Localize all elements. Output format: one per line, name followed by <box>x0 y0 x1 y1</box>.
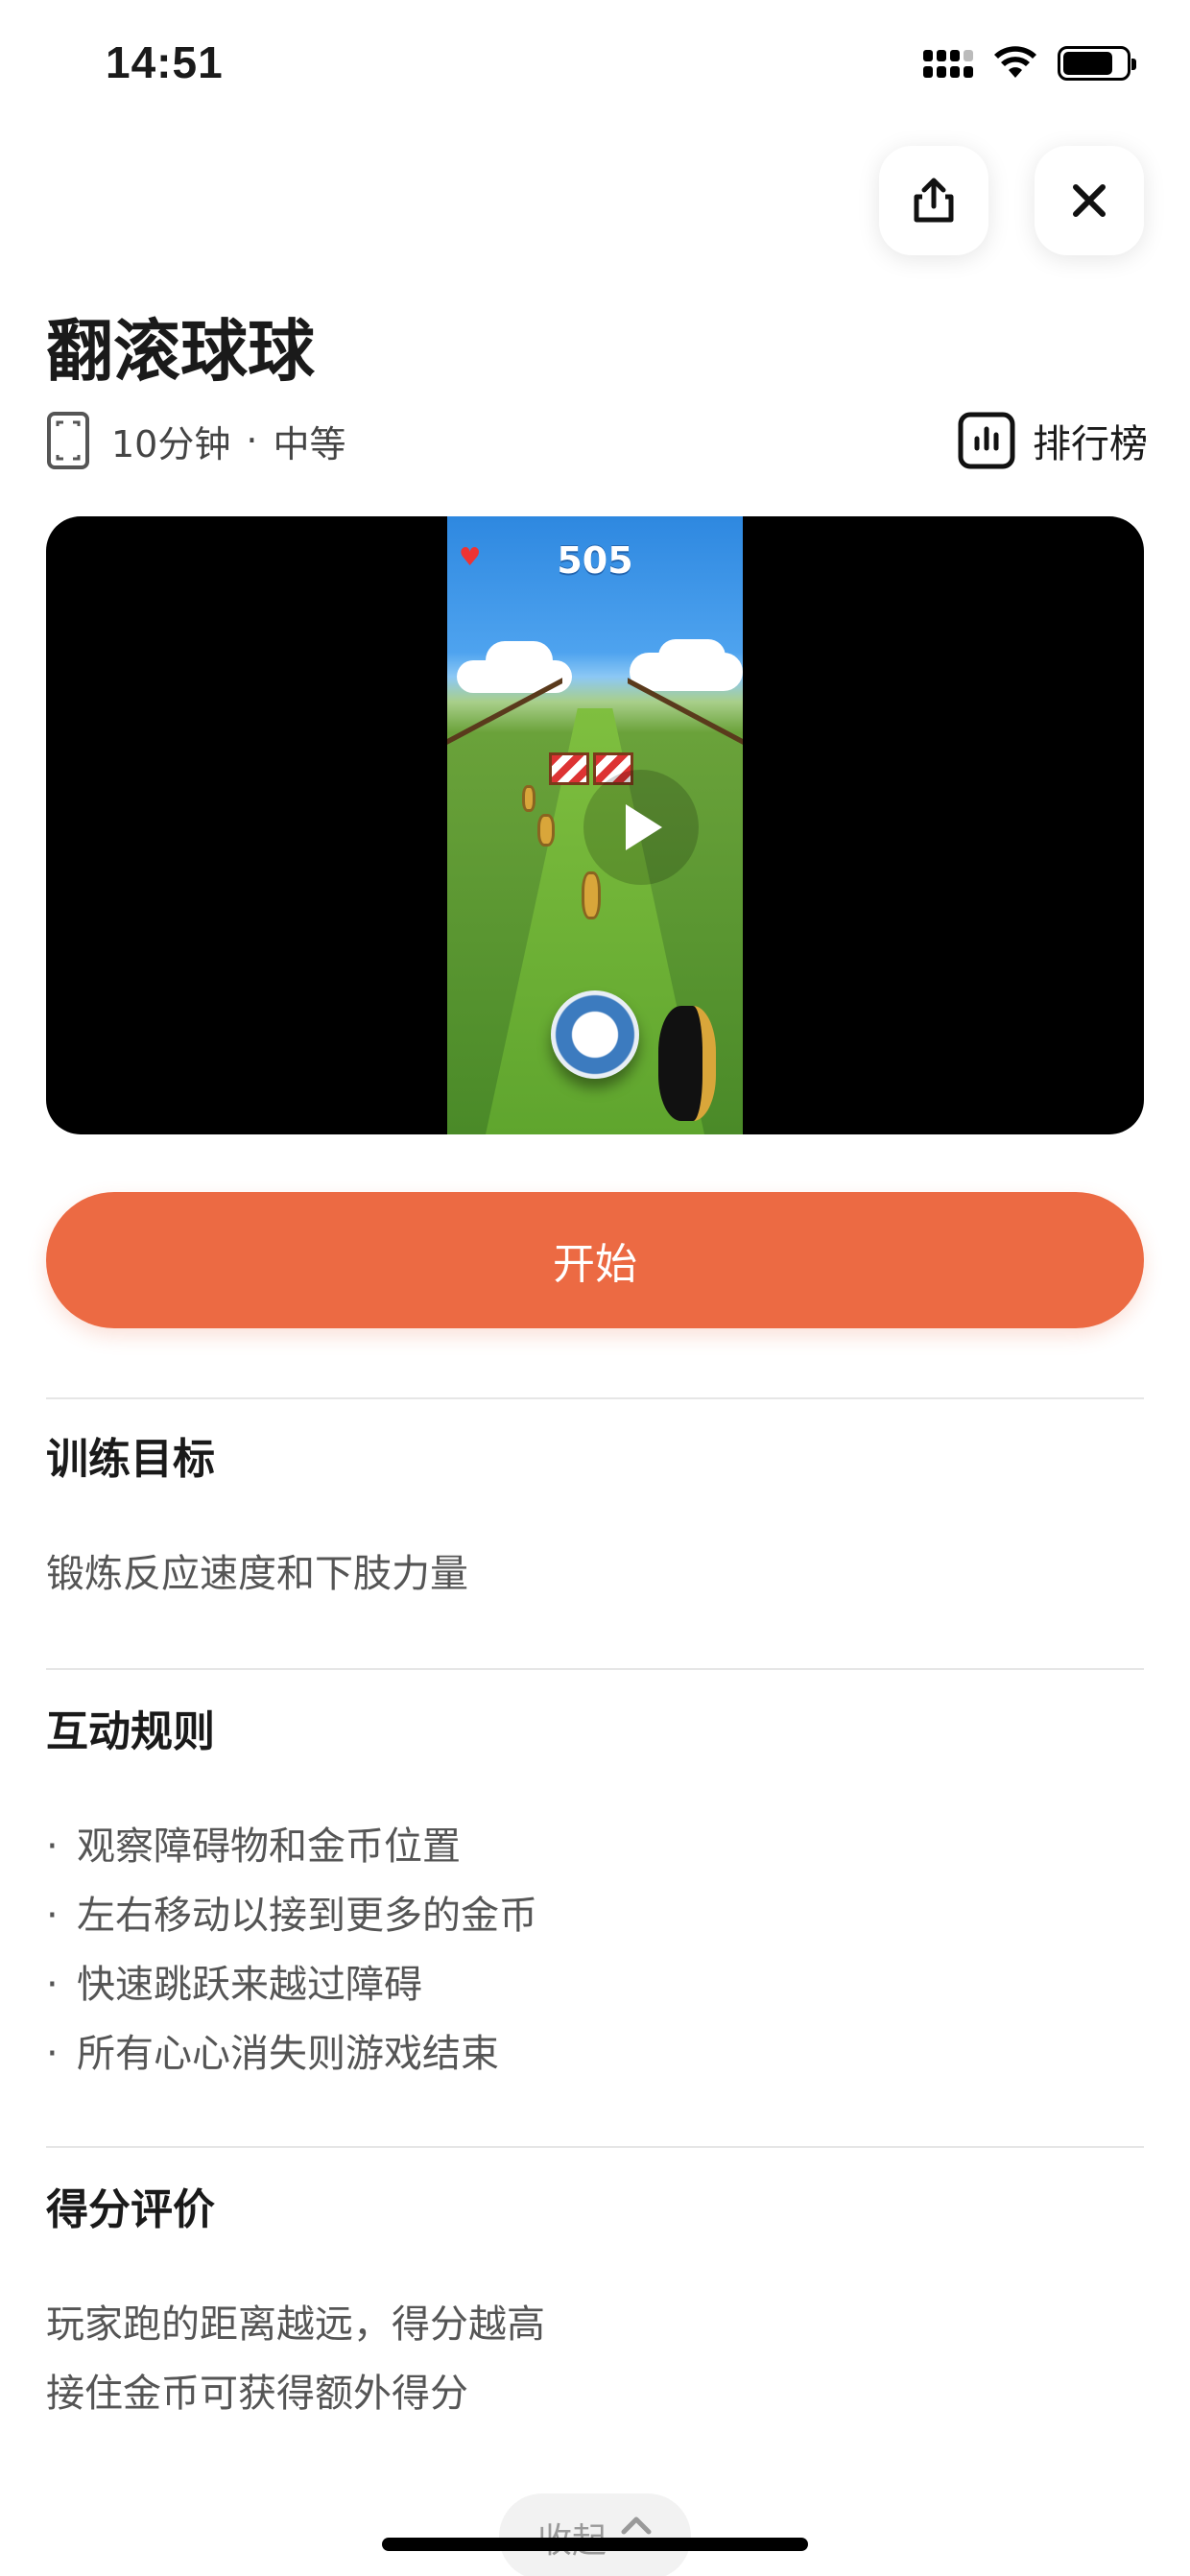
battery-icon <box>1058 46 1136 81</box>
home-indicator <box>382 2538 808 2551</box>
goal-section-title: 训练目标 <box>46 1435 215 1484</box>
cellular-signal-icon <box>923 49 973 78</box>
play-button[interactable] <box>583 770 699 885</box>
share-icon <box>914 178 954 223</box>
scoring-section-title: 得分评价 <box>46 2185 215 2234</box>
game-duration: 10分钟 <box>111 422 231 465</box>
rule-item: · 左右移动以接到更多的金币 <box>46 1894 537 1938</box>
chevron-up-icon <box>621 2516 652 2535</box>
scoring-line: 玩家跑的距离越远，得分越高 <box>46 2302 545 2347</box>
game-difficulty: 中等 <box>273 422 346 465</box>
divider <box>46 1397 1144 1399</box>
rules-list: · 观察障碍物和金币位置 · 左右移动以接到更多的金币 · 快速跳跃来越过障碍 · 所有… <box>46 1812 537 2088</box>
scoring-text: 玩家跑的距离越远，得分越高 接住金币可获得额外得分 <box>46 2290 545 2428</box>
divider <box>46 1668 1144 1670</box>
game-video-preview[interactable]: ♥ 505 <box>46 516 1144 1134</box>
share-button[interactable] <box>879 146 988 255</box>
play-icon <box>626 804 662 850</box>
close-icon <box>1073 184 1106 217</box>
rule-item: · 快速跳跃来越过障碍 <box>46 1963 422 2007</box>
status-time: 14:51 <box>106 37 224 87</box>
rules-section-title: 互动规则 <box>46 1707 215 1756</box>
game-meta-row: 10分钟 · 中等 排行榜 <box>46 407 1148 474</box>
scoring-line: 接住金币可获得额外得分 <box>46 2372 468 2416</box>
rule-item: · 所有心心消失则游戏结束 <box>46 2032 499 2076</box>
rolling-ball <box>551 990 639 1079</box>
status-icons <box>923 46 1136 81</box>
game-meta: 10分钟 · 中等 <box>46 411 345 470</box>
game-score: 505 <box>557 539 633 582</box>
start-button[interactable]: 开始 <box>46 1192 1144 1328</box>
close-button[interactable] <box>1035 146 1144 255</box>
page-title: 翻滚球球 <box>46 312 315 391</box>
divider <box>46 2146 1144 2148</box>
fullscreen-device-icon <box>47 412 89 469</box>
goal-text: 锻炼反应速度和下肢力量 <box>46 1552 468 1596</box>
wifi-icon <box>994 46 1036 78</box>
rule-item: · 观察障碍物和金币位置 <box>46 1825 461 1869</box>
leaderboard-label: 排行榜 <box>1033 422 1148 466</box>
hole-obstacle <box>658 1006 716 1121</box>
collapse-button[interactable]: 收起 <box>499 2493 691 2576</box>
status-bar: 14:51 <box>0 0 1190 134</box>
leaderboard-link[interactable]: 排行榜 <box>958 412 1148 469</box>
bar-chart-icon <box>958 412 1015 469</box>
meta-separator: · <box>246 419 258 462</box>
